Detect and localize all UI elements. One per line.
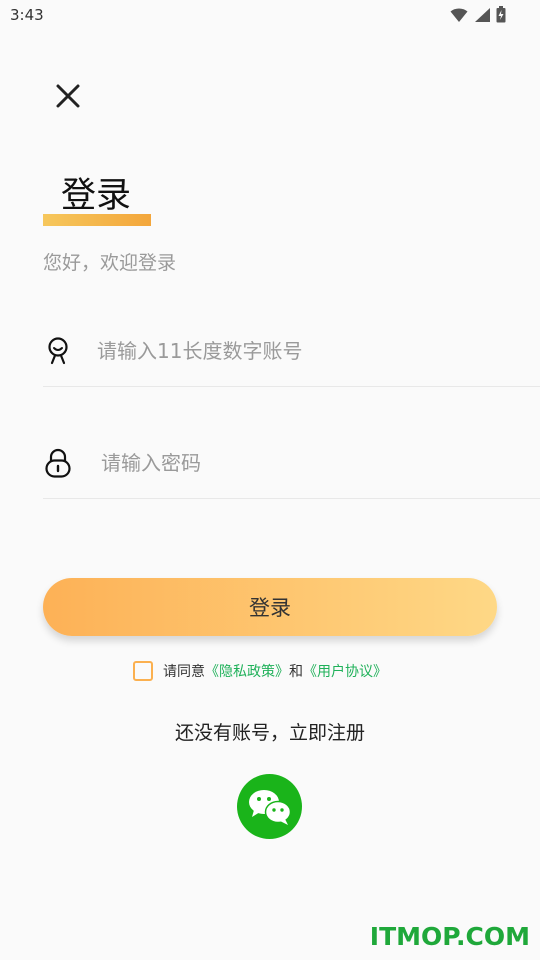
agreement-and: 和 <box>289 664 303 680</box>
page-subtitle: 您好，欢迎登录 <box>43 252 177 274</box>
account-input[interactable] <box>95 332 519 370</box>
lock-icon <box>45 448 71 478</box>
page-title: 登录 <box>61 176 132 216</box>
agreement-checkbox[interactable] <box>133 661 153 681</box>
status-bar: 3:43 <box>0 0 540 32</box>
signal-icon <box>475 7 490 22</box>
status-icons <box>450 6 506 23</box>
user-agreement-link[interactable]: 《用户协议》 <box>303 661 387 681</box>
status-time: 3:43 <box>10 6 44 24</box>
close-icon <box>56 84 80 108</box>
login-button[interactable]: 登录 <box>43 578 497 636</box>
page-title-block: 登录 <box>43 172 151 226</box>
wifi-icon <box>450 8 468 22</box>
close-button[interactable] <box>50 78 86 114</box>
login-button-label: 登录 <box>249 596 291 620</box>
password-input[interactable] <box>99 444 523 482</box>
register-link[interactable]: 还没有账号，立即注册 <box>0 718 540 745</box>
user-icon <box>48 337 68 365</box>
agreement-row: 请同意 《隐私政策》 和 《用户协议》 <box>133 661 387 681</box>
agreement-prefix: 请同意 <box>163 664 205 680</box>
password-field <box>43 438 540 499</box>
watermark-text: ITMOP.COM <box>369 922 530 951</box>
wechat-icon <box>248 789 291 825</box>
wechat-login-button[interactable] <box>237 774 302 839</box>
privacy-policy-link[interactable]: 《隐私政策》 <box>205 661 289 681</box>
account-field <box>43 326 540 387</box>
battery-icon <box>496 6 506 23</box>
